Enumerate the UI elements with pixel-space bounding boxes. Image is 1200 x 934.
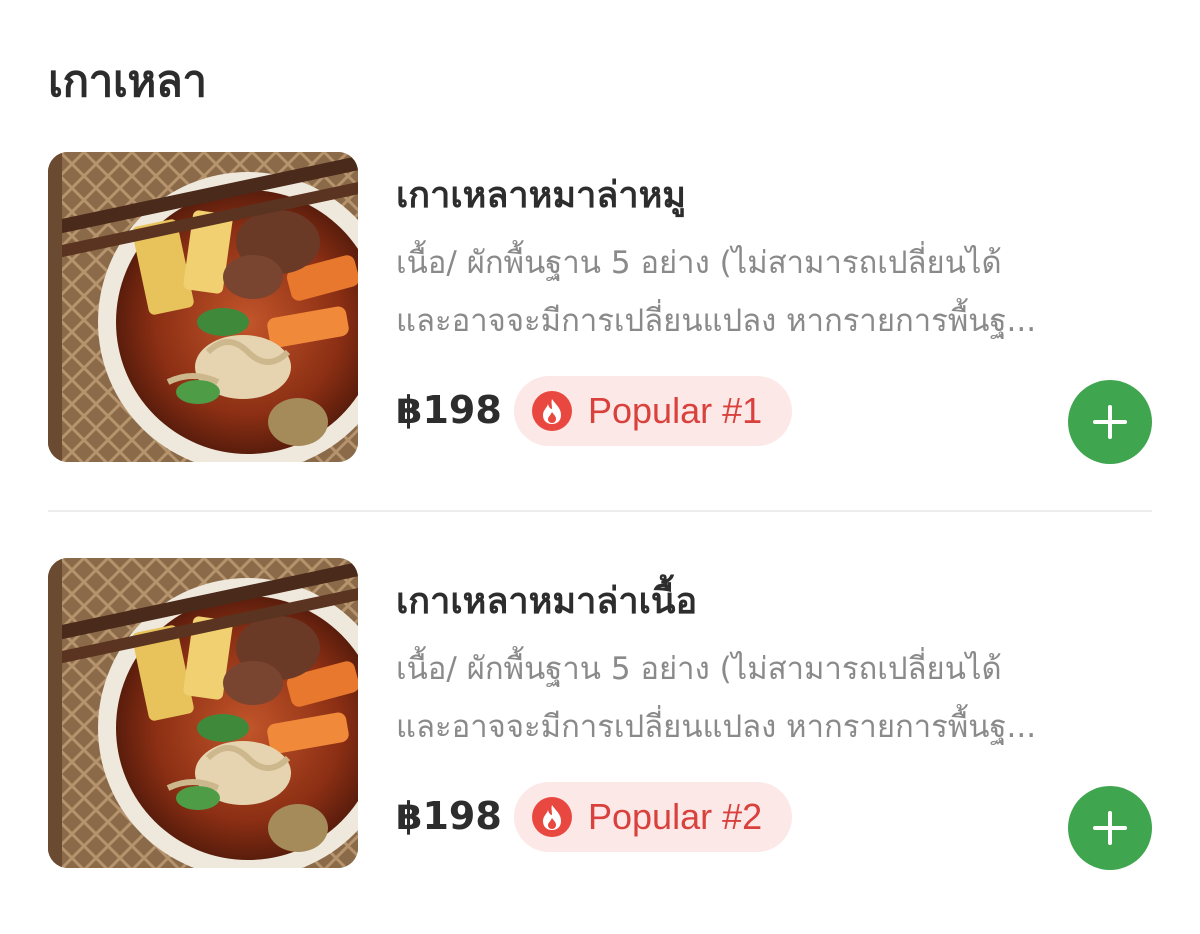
item-name[interactable]: เกาเหลาหมาล่าเนื้อ [396, 572, 697, 629]
menu-item[interactable]: เกาเหลาหมาล่าหมู เนื้อ/ ผักพื้นฐาน 5 อย่… [48, 152, 1152, 464]
plus-icon [1093, 811, 1127, 845]
item-description: เนื้อ/ ผักพื้นฐาน 5 อย่าง (ไม่สามารถเปลี… [396, 234, 1136, 350]
menu-item[interactable]: เกาเหลาหมาล่าเนื้อ เนื้อ/ ผักพื้นฐาน 5 อ… [48, 558, 1152, 870]
popular-badge: Popular #1 [514, 376, 793, 446]
badge-label: Popular #1 [588, 390, 763, 431]
item-price: ฿198 [396, 388, 502, 432]
popular-badge: Popular #2 [514, 782, 793, 852]
food-photo-icon[interactable] [48, 558, 358, 868]
item-description-line: เนื้อ/ ผักพื้นฐาน 5 อย่าง (ไม่สามารถเปลี… [396, 245, 1002, 281]
food-photo-icon[interactable] [48, 152, 358, 462]
item-price: ฿198 [396, 794, 502, 838]
section-title: เกาเหลา [48, 56, 207, 107]
add-to-cart-button[interactable] [1068, 380, 1152, 464]
badge-label: Popular #2 [588, 796, 763, 837]
flame-icon [532, 391, 572, 431]
item-name[interactable]: เกาเหลาหมาล่าหมู [396, 166, 686, 223]
item-description: เนื้อ/ ผักพื้นฐาน 5 อย่าง (ไม่สามารถเปลี… [396, 640, 1136, 756]
divider [48, 510, 1152, 512]
plus-icon [1093, 405, 1127, 439]
item-description-line: และอาจจะมีการเปลี่ยนแปลง หากรายการพื้นฐ.… [396, 303, 1037, 339]
item-description-line: เนื้อ/ ผักพื้นฐาน 5 อย่าง (ไม่สามารถเปลี… [396, 651, 1002, 687]
add-to-cart-button[interactable] [1068, 786, 1152, 870]
flame-icon [532, 797, 572, 837]
item-description-line: และอาจจะมีการเปลี่ยนแปลง หากรายการพื้นฐ.… [396, 709, 1037, 745]
